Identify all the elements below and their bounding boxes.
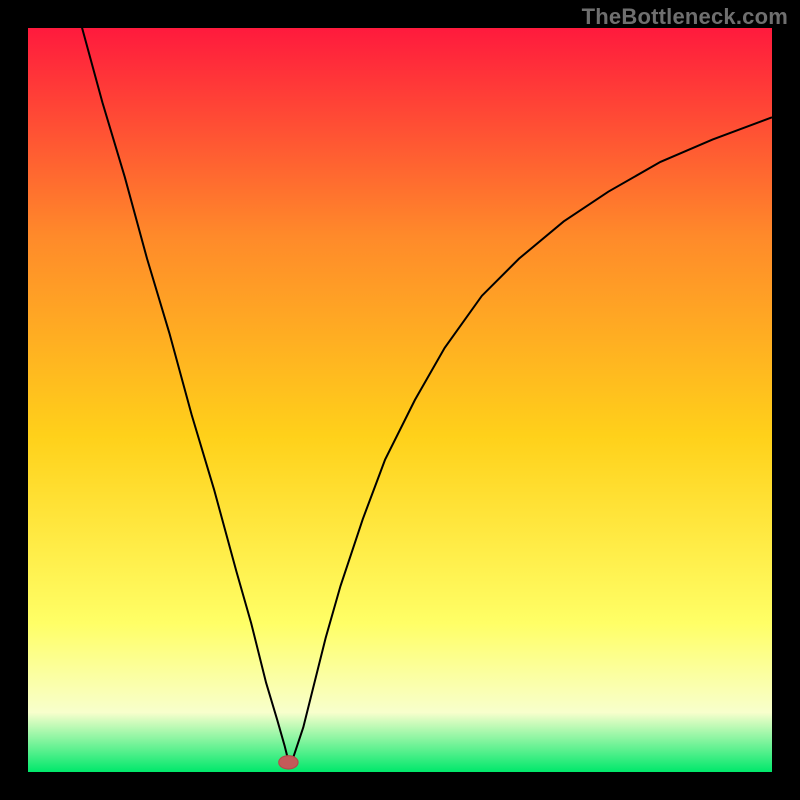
chart-frame: TheBottleneck.com [0,0,800,800]
curve-layer [28,28,772,772]
watermark-text: TheBottleneck.com [582,4,788,30]
bottleneck-marker [279,756,298,769]
bottleneck-curve [80,28,772,761]
plot-area [28,28,772,772]
